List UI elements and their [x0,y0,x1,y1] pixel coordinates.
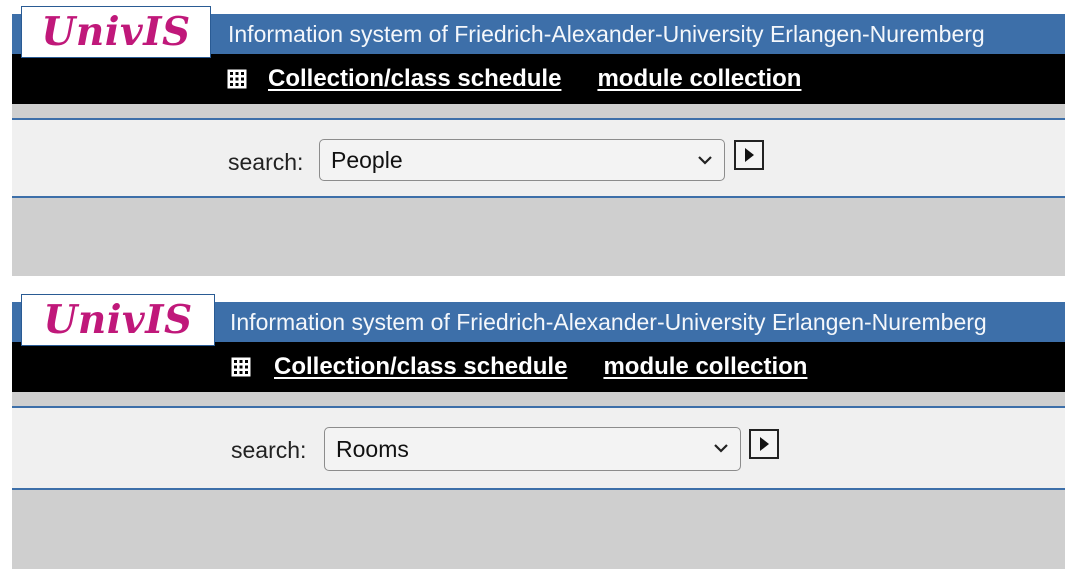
play-arrow-icon [745,148,754,162]
grid-calendar-icon[interactable] [230,356,252,378]
search-area: search: People [12,118,1065,198]
nav-link-module-collection[interactable]: module collection [603,353,807,381]
search-category-select[interactable]: People [319,139,725,181]
content-area [12,490,1065,569]
grid-calendar-icon[interactable] [226,68,248,90]
select-value: Rooms [336,435,409,462]
search-go-button[interactable] [734,140,764,170]
nav-link-class-schedule[interactable]: Collection/class schedule [274,353,567,381]
divider-strip [12,392,1065,406]
search-go-button[interactable] [749,429,779,459]
search-category-select[interactable]: Rooms [324,427,741,471]
search-area: search: Rooms [12,406,1065,490]
univis-logo[interactable]: UnivIS [21,294,215,346]
chevron-down-icon [714,444,728,453]
divider-strip [12,104,1065,118]
search-label: search: [228,149,304,175]
play-arrow-icon [760,437,769,451]
logo-text: UnivIS [43,296,193,343]
nav-bar: Collection/class schedule module collect… [12,54,1065,104]
univis-panel-people: Information system of Friedrich-Alexande… [12,0,1065,276]
univis-logo[interactable]: UnivIS [21,6,211,58]
search-label: search: [231,437,307,463]
nav-bar: Collection/class schedule module collect… [12,342,1065,392]
logo-text: UnivIS [41,8,191,55]
nav-link-module-collection[interactable]: module collection [597,65,801,93]
select-value: People [331,146,403,173]
nav-link-class-schedule[interactable]: Collection/class schedule [268,65,561,93]
chevron-down-icon [698,156,712,165]
univis-panel-rooms: Information system of Friedrich-Alexande… [12,288,1065,569]
content-area [12,198,1065,276]
